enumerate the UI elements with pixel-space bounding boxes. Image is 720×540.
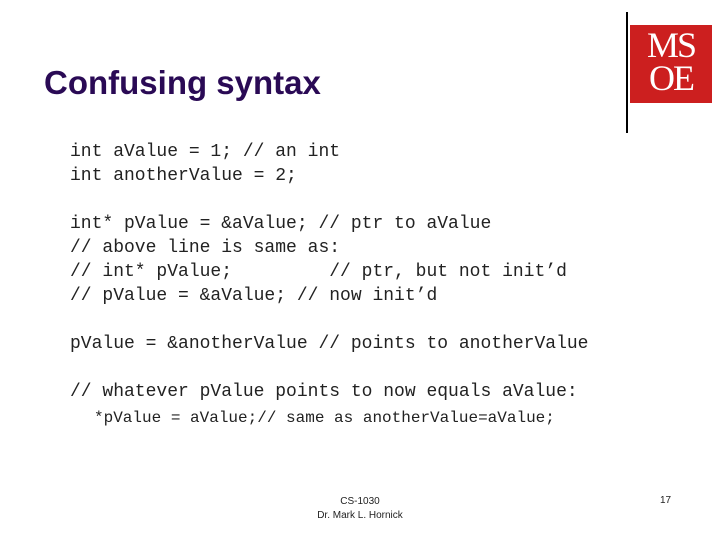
page-number: 17 [660,495,672,506]
slide-title: Confusing syntax [44,64,321,101]
divider-line [626,12,628,133]
code-line: pValue = &anotherValue // points to anot… [70,334,589,354]
footer-course: CS-1030 [340,496,380,507]
code-line: // pValue = &aValue; // now init’d [70,286,438,306]
msoe-logo: MS OE [630,25,712,103]
code-line: *pValue = aValue;// same as anotherValue… [94,409,555,427]
code-line: int anotherValue = 2; [70,166,297,186]
code-line: int* pValue = &aValue; // ptr to aValue [70,214,492,234]
code-line: // whatever pValue points to now equals … [70,382,578,402]
logo-line-1: MS [646,25,697,65]
code-line: // above line is same as: [70,238,341,258]
logo-line-2: OE [649,58,695,98]
code-line: // int* pValue; // ptr, but not init’d [70,262,567,282]
code-line: int aValue = 1; // an int [70,142,341,162]
footer: CS-1030 Dr. Mark L. Hornick [300,495,420,523]
footer-author: Dr. Mark L. Hornick [317,510,403,521]
